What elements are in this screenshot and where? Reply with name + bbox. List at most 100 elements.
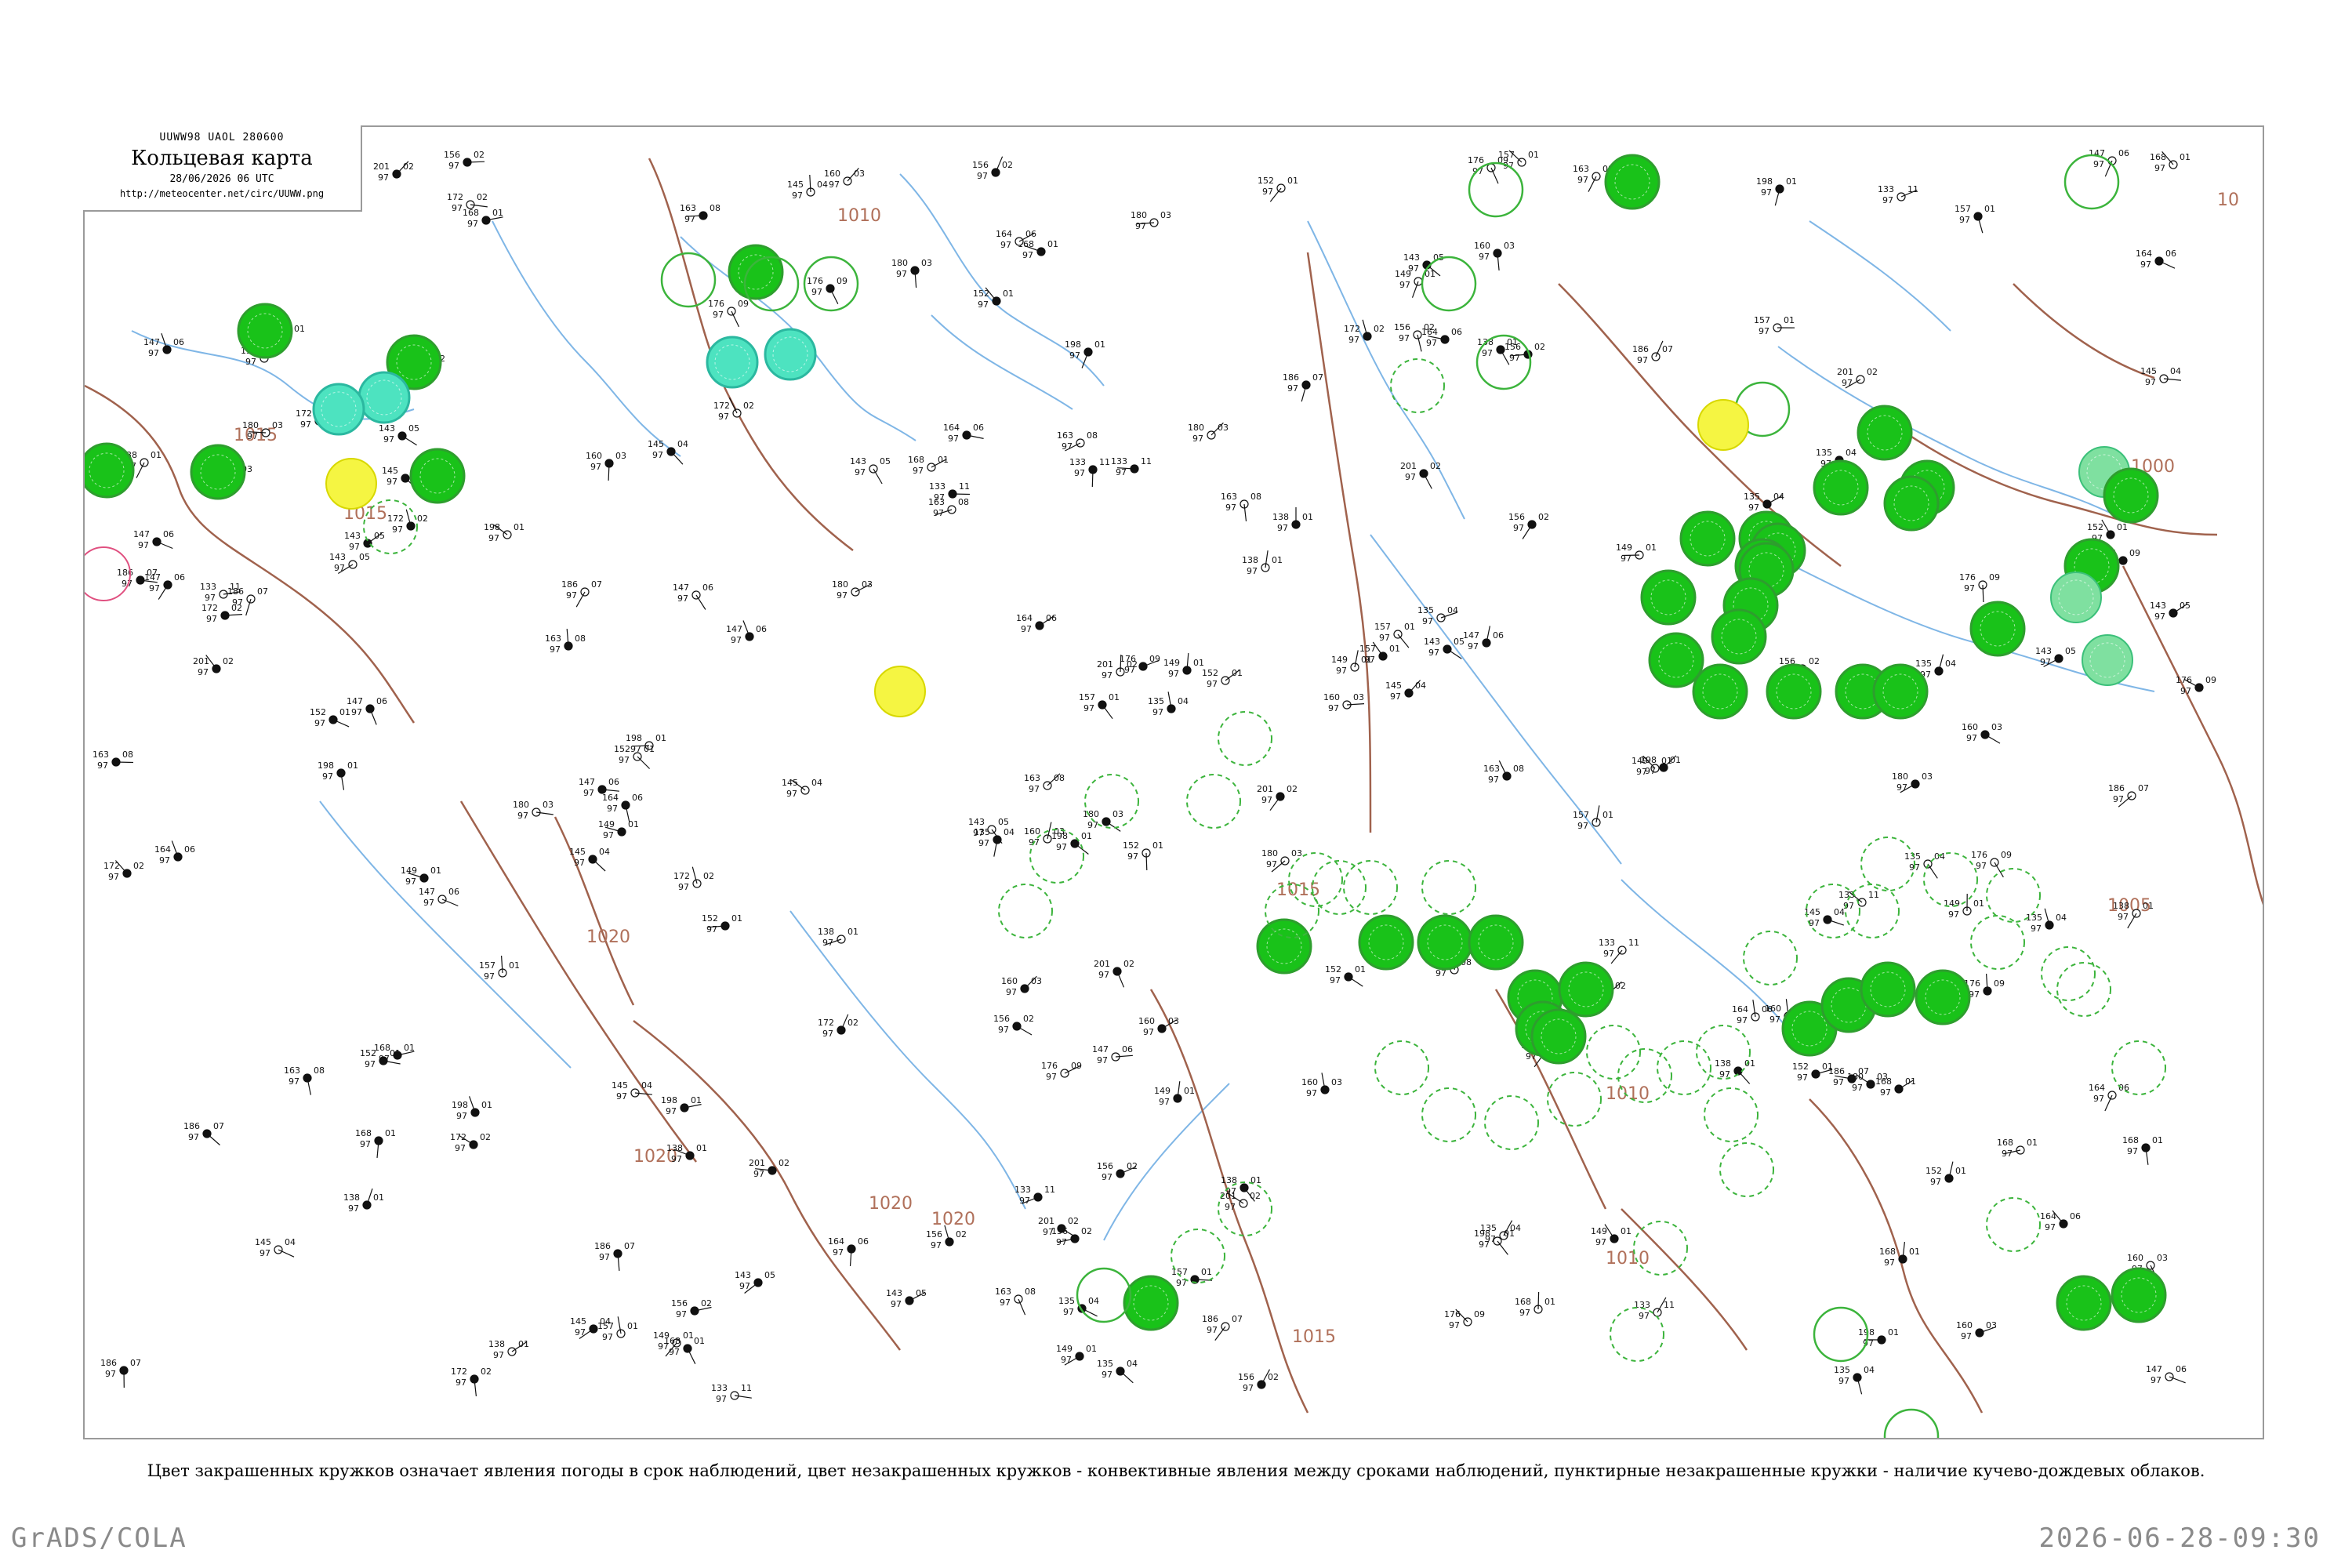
station-pressure: 04 [1415,681,1426,691]
station-pressure: 02 [223,656,234,666]
station-pressure: 06 [2165,249,2176,259]
station-dewpoint: 97 [669,1347,680,1357]
weather-circle [1256,918,1312,975]
station-dewpoint: 97 [1603,949,1614,959]
station-temperature: 180 [1083,809,1099,819]
station-temperature: 198 [1474,1229,1490,1239]
cumulonimbus-circle [2056,962,2111,1017]
weather-circle [1969,601,2026,657]
wind-barb [873,468,883,485]
station-temperature: 156 [993,1014,1010,1024]
station-dewpoint: 97 [676,1309,687,1319]
station-dewpoint: 97 [484,971,495,982]
station-pressure: 04 [811,778,822,788]
station-plot: 16397 08 [284,1065,325,1095]
station-pressure: 02 [481,1367,492,1377]
station-plot: 14997 01 [401,866,441,887]
station-temperature: 180 [1847,1072,1864,1082]
station-pressure: 01 [1786,176,1797,187]
station-pressure: 04 [1127,1359,1138,1369]
station-temperature: 168 [1997,1138,2013,1148]
station-temperature: 160 [1962,722,1978,732]
station-temperature: 145 [787,180,804,190]
station-dewpoint: 97 [934,492,945,503]
station-plot: 14597 04 [569,847,610,872]
station-dewpoint: 97 [1022,250,1033,260]
station-plot: 16897 01 [908,455,949,476]
weather-circle [2111,1267,2167,1323]
station-pressure: 02 [403,162,414,172]
station-plot: 14997 01 [1591,1224,1632,1247]
weather-circle [1766,663,1822,720]
station-temperature: 176 [2176,675,2192,685]
wind-barb [401,435,417,446]
station-plot: 16497 06 [828,1236,869,1266]
station-dewpoint: 97 [753,1169,764,1179]
station-pressure: 01 [1646,543,1657,553]
station-dewpoint: 97 [1262,187,1273,197]
station-pressure: 05 [359,552,370,562]
isobar [1306,252,1372,833]
station-pressure: 03 [1168,1016,1179,1026]
station-temperature: 145 [569,847,586,857]
station-temperature: 163 [1573,164,1589,174]
station-pressure: 04 [1945,659,1956,669]
station-plot: 20197 02 [1094,959,1134,988]
legend-note: Цвет закрашенных кружков означает явлени… [147,1461,2205,1480]
station-temperature: 143 [735,1270,751,1280]
weather-circle [1915,969,1971,1025]
station-dewpoint: 97 [392,524,403,535]
station-temperature: 198 [626,733,642,743]
station-temperature: 164 [943,423,960,433]
station-plot: 15697 02 [1238,1369,1279,1393]
station-temperature: 186 [561,579,578,590]
station-dewpoint: 97 [1266,859,1277,869]
station-dewpoint: 97 [1809,918,1820,928]
station-temperature: 168 [1879,1247,1896,1257]
station-pressure: 04 [817,180,828,190]
wind-barb [728,397,738,414]
station-dewpoint: 97 [978,838,989,848]
wind-barb [1498,760,1508,777]
station-pressure: 02 [133,861,144,871]
station-plot: 19897 01 [661,1095,702,1116]
station-plot: 1579701 [1498,150,1539,171]
station-temperature: 138 [343,1192,360,1203]
station-temperature: 201 [1094,959,1110,969]
station-plot: 15297 01 [310,707,350,728]
station-temperature: 152 [973,289,989,299]
station-pressure: 03 [862,579,873,590]
station-temperature: 201 [1257,784,1273,794]
station-plot: 14597 04 [612,1080,652,1102]
station-plot: 18097 03 [1261,848,1302,873]
station-temperature: 157 [1754,315,1770,325]
station-pressure: 04 [1934,851,1945,862]
station-temperature: 186 [1283,372,1299,383]
station-dewpoint: 97 [677,593,688,604]
weather-circle [1872,663,1929,720]
station-pressure: 01 [1047,239,1058,249]
station-pressure: 03 [1160,210,1171,220]
station-plot: 16897 01 [374,1043,415,1064]
station-plot: 1359704 [2026,908,2067,934]
station-plot: 13397 11 [1069,457,1110,488]
station-temperature: 168 [355,1128,372,1138]
wind-barb [136,462,145,478]
station-dewpoint: 97 [602,1332,613,1342]
station-plot: 20197 02 [373,161,414,183]
weather-circle [1648,632,1704,688]
station-plot: 14797 06 [1092,1044,1133,1065]
station-dewpoint: 97 [205,593,216,603]
cumulonimbus-circle [1719,1142,1774,1197]
station-dewpoint: 97 [322,771,333,782]
station-pressure: 02 [1268,1372,1279,1382]
station-pressure: 06 [632,793,643,803]
station-dewpoint: 97 [289,1076,299,1087]
station-pressure: 06 [608,777,619,787]
station-pressure: 08 [1054,773,1065,783]
station-pressure: 03 [543,800,554,810]
station-plot: 13897 01 [1272,507,1313,533]
station-pressure: 01 [1528,150,1539,160]
weather-circle [2103,467,2159,524]
isobar-label: 1020 [586,927,630,947]
